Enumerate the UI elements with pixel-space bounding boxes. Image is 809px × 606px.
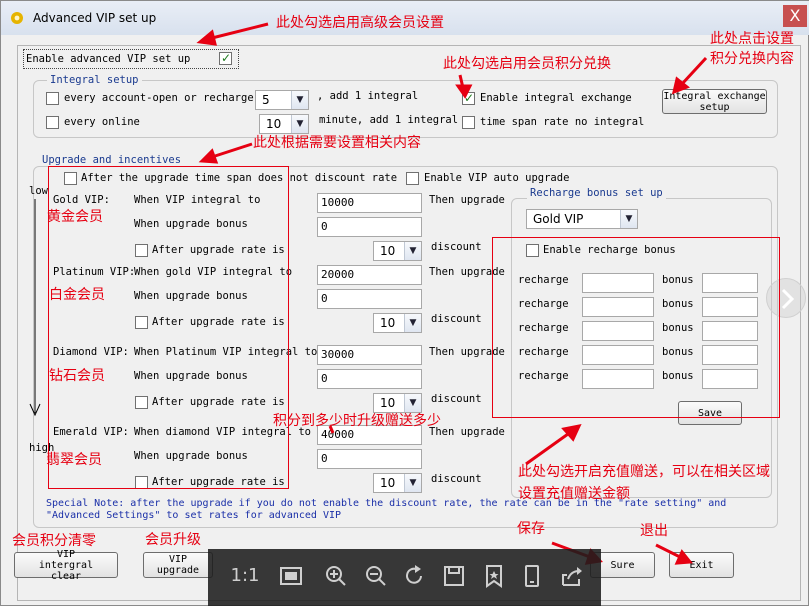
- zoom-out-icon[interactable]: [363, 563, 389, 589]
- annotation-click-setup-2: 积分兑换内容: [710, 51, 794, 67]
- annotation-gold: 黄金会员: [47, 209, 103, 225]
- arrow-content: [211, 142, 253, 159]
- annotation-enable-exchange: 此处勾选启用会员积分兑换: [443, 56, 611, 72]
- arrow-exit: [655, 543, 681, 559]
- arrow-enable-adv: [211, 22, 269, 40]
- zoom-in-icon[interactable]: [323, 563, 349, 589]
- fit-screen-icon[interactable]: [278, 563, 304, 589]
- image-viewer-toolbar: 1:1: [208, 549, 601, 606]
- annotation-recharge-2: 设置充值赠送金额: [518, 486, 630, 502]
- phone-icon[interactable]: [519, 563, 545, 589]
- arrow-setup: [680, 56, 708, 86]
- annotation-recharge-1: 此处勾选开启充值赠送，可以在相关区域: [518, 464, 770, 480]
- share-icon[interactable]: [559, 563, 585, 589]
- rotate-icon[interactable]: [401, 563, 427, 589]
- annotation-save: 保存: [517, 521, 545, 537]
- arrow-recharge: [525, 432, 569, 466]
- save-image-icon[interactable]: [441, 563, 467, 589]
- annotation-set-content: 此处根据需要设置相关内容: [253, 135, 421, 151]
- bookmark-icon[interactable]: [481, 563, 507, 589]
- annotation-exit: 退出: [640, 523, 668, 539]
- annotation-emerald: 翡翠会员: [46, 452, 102, 468]
- annotation-platinum: 白金会员: [49, 287, 105, 303]
- arrow-exit-head: [674, 549, 693, 565]
- arrow-content-head: [198, 148, 219, 164]
- arrow-exchange-head: [455, 84, 473, 99]
- annotation-arrows: [196, 22, 708, 565]
- annotation-enable-adv: 此处勾选启用高级会员设置: [276, 15, 444, 31]
- annotation-clear-points: 会员积分清零: [12, 533, 96, 549]
- annotation-click-setup-1: 此处点击设置: [710, 31, 794, 47]
- arrow-enable-adv-head: [196, 29, 217, 46]
- annotation-points-upgrade: 积分到多少时升级赠送多少: [273, 413, 441, 429]
- annotation-diamond: 钻石会员: [49, 368, 105, 384]
- actual-size-button[interactable]: 1:1: [228, 563, 262, 589]
- annotation-member-upgrade: 会员升级: [145, 532, 201, 548]
